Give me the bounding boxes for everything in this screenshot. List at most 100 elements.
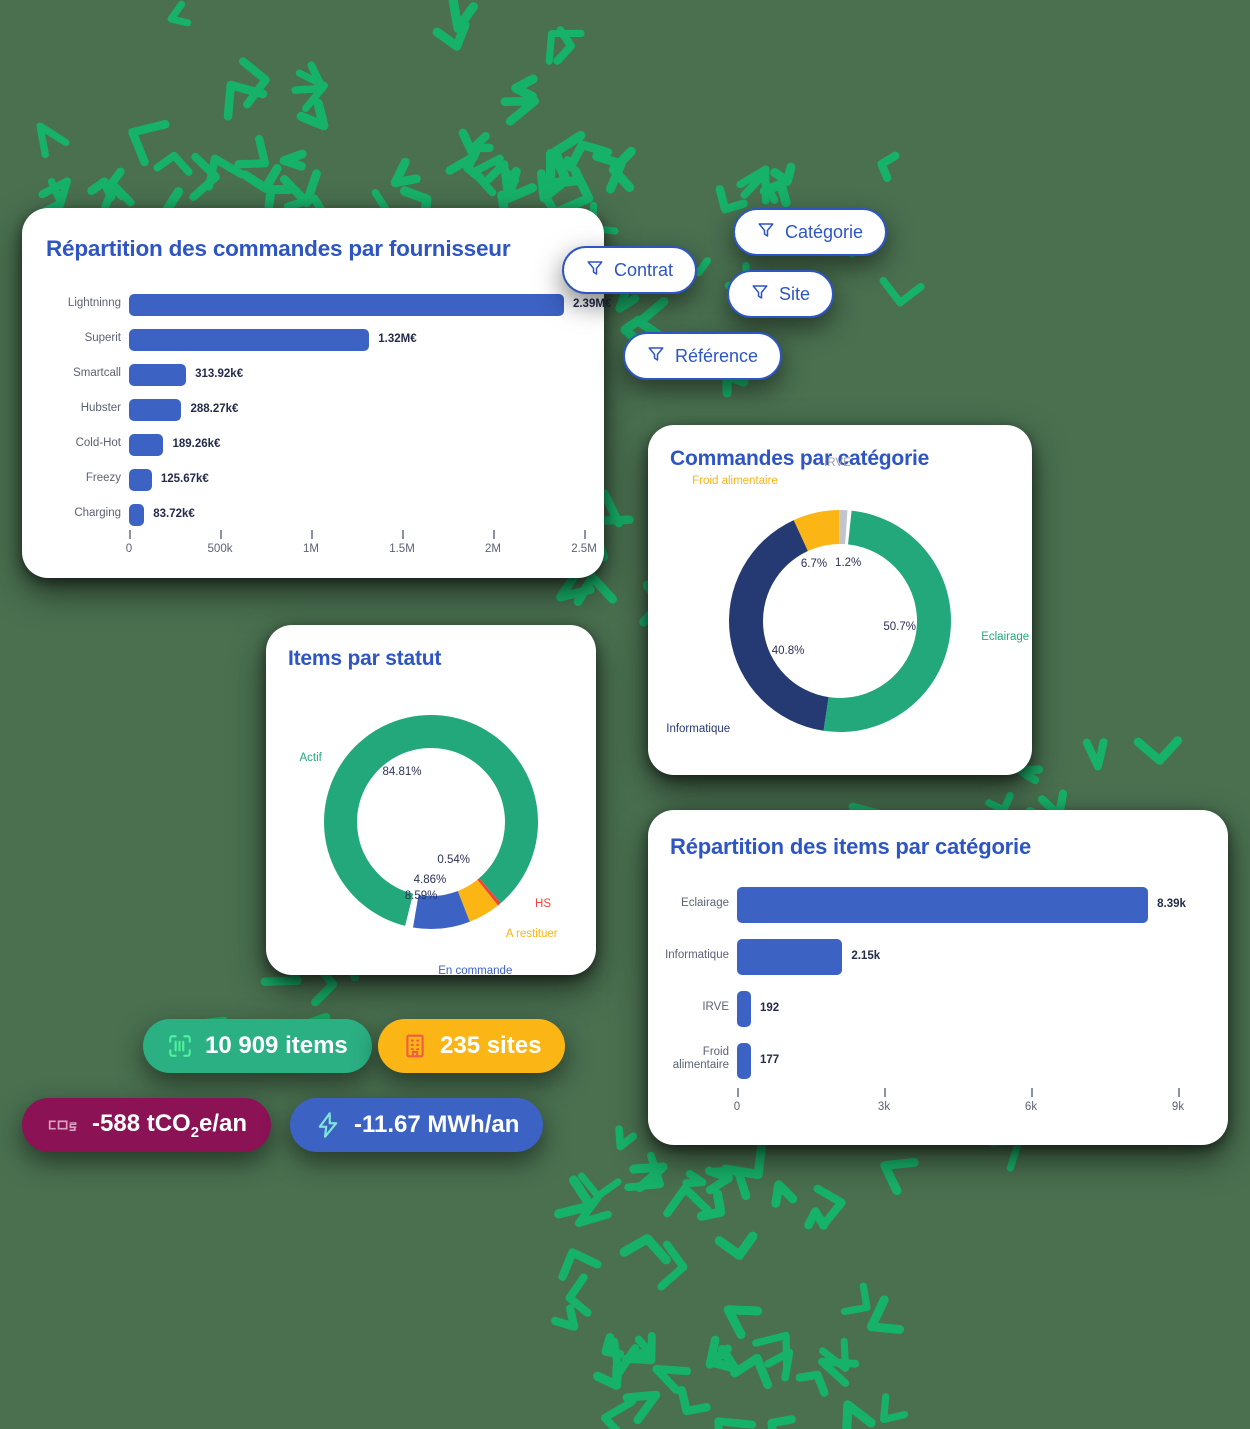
bar-segment — [129, 364, 187, 386]
filter-pill-label: Contrat — [614, 259, 674, 280]
donut-slice — [729, 520, 829, 731]
card-title-items-by-status: Items par statut — [288, 647, 442, 670]
donut-percent-label: 8.59% — [404, 889, 438, 902]
donut-percent-label: 84.81% — [382, 765, 422, 778]
bar-segment — [737, 991, 751, 1027]
bar-category-label: Charging — [74, 507, 121, 519]
bar-category-label: Smartcall — [73, 367, 121, 379]
bar-value-label: 313.92k€ — [195, 368, 244, 380]
bar-value-label: 2.39M€ — [572, 298, 612, 310]
filter-pill-label: Catégorie — [785, 221, 864, 242]
bar-category-label: Superit — [84, 332, 121, 344]
donut-category-label: IRVE — [824, 457, 851, 470]
bar-chart-items-by-category: Eclairage 8.39k Informatique 2.15k IRVE 192 Fr… — [648, 810, 1228, 1145]
filter-funnel-icon — [647, 345, 665, 368]
bar-category-label: Informatique — [665, 949, 729, 961]
donut-percent-label: 0.54% — [437, 854, 471, 867]
axis-tick — [584, 530, 586, 539]
card-title-orders-by-category: Commandes par catégorie — [670, 447, 930, 470]
bar-segment — [737, 1043, 751, 1079]
filter-pill-categorie[interactable]: Catégorie — [733, 208, 888, 256]
bar-value-label: 8.39k — [1157, 898, 1186, 910]
axis-tick — [737, 1088, 739, 1097]
axis-tick-label: 0 — [733, 1101, 741, 1113]
stat-badge-value: -11.67 MWh/an — [354, 1111, 520, 1138]
bar-segment — [129, 329, 370, 351]
bar-value-label: 192 — [760, 1002, 780, 1014]
donut-percent-label: 6.7% — [800, 557, 828, 570]
donut-category-label: Informatique — [666, 722, 731, 735]
axis-tick-label: 500k — [207, 543, 233, 555]
axis-tick-label: 2.5M — [571, 543, 597, 555]
bar-segment — [129, 294, 564, 316]
axis-tick-label: 6k — [1024, 1101, 1038, 1113]
bar-segment — [129, 434, 164, 456]
co2-icon — [46, 1116, 80, 1134]
axis-tick — [493, 530, 495, 539]
axis-tick — [1031, 1088, 1033, 1097]
bar-value-label: 1.32M€ — [378, 333, 417, 345]
axis-tick-label: 3k — [877, 1101, 891, 1113]
stat-badge-co2: -588 tCO2e/an — [22, 1098, 272, 1152]
axis-tick-label: 0 — [125, 543, 133, 555]
building-icon — [402, 1033, 428, 1059]
bar-segment — [129, 399, 182, 421]
card-items-by-status: Items par statut 84.81% Actif 0.54% HS 4.86%… — [266, 625, 596, 977]
axis-tick-label: 9k — [1171, 1101, 1185, 1113]
bar-category-label: IRVE — [702, 1001, 729, 1013]
axis-tick — [1178, 1088, 1180, 1097]
filter-funnel-icon — [751, 283, 769, 306]
donut-chart-orders-by-category: 50.7% Eclairage 40.8% Informatique 6.7% Froid… — [666, 457, 1029, 759]
bar-category-label: Hubster — [80, 402, 121, 414]
bar-category-label: Cold-Hot — [75, 437, 121, 449]
donut-category-label: HS — [535, 898, 552, 911]
filter-pill-reference[interactable]: Référence — [623, 332, 783, 380]
lightning-bolt-icon — [314, 1111, 342, 1139]
filter-pill-label: Site — [779, 283, 811, 304]
filter-funnel-icon — [757, 221, 775, 244]
bar-value-label: 189.26k€ — [172, 438, 221, 450]
donut-svg — [323, 715, 538, 929]
filter-funnel-icon — [586, 259, 604, 282]
bar-category-label: Eclairage — [681, 897, 729, 909]
bar-segment — [129, 469, 152, 491]
bar-segment — [737, 939, 843, 975]
stat-badge-value: -588 tCO2e/an — [92, 1109, 248, 1141]
card-items-by-category: Répartition des items par catégorie Ecla… — [648, 810, 1228, 1145]
axis-tick-label: 2M — [485, 543, 501, 555]
stat-badge-items: 10 909 items — [143, 1019, 372, 1073]
stat-badge-value: 10 909 items — [205, 1032, 348, 1059]
card-orders-by-category: Commandes par catégorie 50.7% Eclairage 40… — [648, 425, 1032, 775]
axis-tick — [220, 530, 222, 539]
bar-value-label: 2.15k — [851, 950, 881, 962]
donut-percent-label: 1.2% — [835, 557, 862, 570]
donut-chart-items-by-status: 84.81% Actif 0.54% HS 4.86% A restituer 8.59% E… — [284, 677, 578, 977]
axis-tick-label: 1M — [303, 543, 319, 555]
donut-percent-label: 50.7% — [883, 621, 916, 634]
axis-tick — [402, 530, 404, 539]
donut-category-label: Actif — [299, 752, 322, 764]
card-orders-by-supplier: Répartition des commandes par fournisseu… — [22, 208, 611, 578]
stat-badge-sites: 235 sites — [378, 1019, 566, 1073]
bar-value-label: 83.72k€ — [153, 508, 195, 520]
bar-category-label: Froid alimentaire — [672, 1046, 729, 1072]
axis-tick — [129, 530, 131, 539]
bar-chart-orders-by-supplier: Lightninng 2.39M€ Superit 1.32M€ Smartcall 31… — [22, 208, 611, 578]
stat-badge-energy: -11.67 MWh/an — [290, 1098, 544, 1152]
axis-tick-label: 1.5M — [389, 543, 415, 555]
bar-category-label: Lightninng — [67, 297, 121, 309]
filter-pill-label: Référence — [675, 345, 759, 366]
donut-svg — [729, 510, 951, 732]
bar-segment — [737, 887, 1149, 923]
stat-badge-value: 235 sites — [440, 1032, 542, 1059]
donut-category-label: Froid alimentaire — [692, 475, 778, 488]
bar-segment — [129, 504, 145, 526]
filter-pill-site[interactable]: Site — [727, 270, 835, 318]
donut-category-label: En commande — [438, 965, 513, 978]
donut-percent-label: 40.8% — [771, 645, 805, 657]
axis-tick — [311, 530, 313, 539]
filter-pill-contrat[interactable]: Contrat — [562, 246, 698, 294]
donut-slice — [839, 510, 848, 545]
bar-value-label: 177 — [760, 1054, 780, 1066]
donut-category-label: A restituer — [505, 928, 558, 941]
